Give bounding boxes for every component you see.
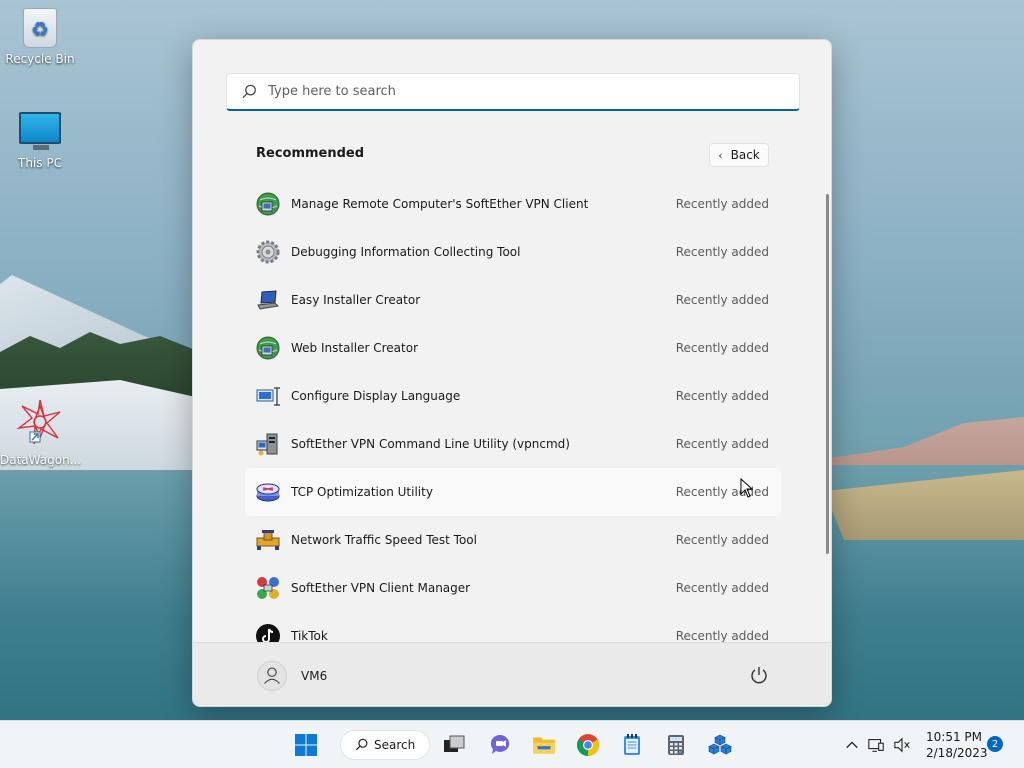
start-menu: Recommended ‹ Back Manage Remote Compute… — [192, 39, 832, 707]
wallpaper-hills — [824, 417, 1024, 465]
clock-time: 10:51 PM — [926, 730, 982, 744]
item-name: SoftEther VPN Client Manager — [291, 581, 471, 595]
item-name: TCP Optimization Utility — [291, 485, 433, 499]
search-icon — [242, 84, 256, 98]
task-view-button[interactable] — [438, 729, 470, 761]
item-meta: Recently added — [675, 341, 769, 355]
notepad-button[interactable] — [616, 729, 648, 761]
item-meta: Recently added — [675, 437, 769, 451]
chrome-button[interactable] — [572, 729, 604, 761]
section-title: Recommended — [256, 146, 365, 161]
task-view-icon — [444, 735, 465, 752]
file-explorer-button[interactable] — [528, 729, 560, 761]
volume-button[interactable] — [890, 729, 914, 761]
server-icon — [256, 433, 278, 456]
list-scrollbar[interactable] — [826, 194, 829, 554]
item-meta: Recently added — [675, 245, 769, 259]
power-icon[interactable] — [749, 665, 769, 685]
taskbar-search-button[interactable]: Search — [340, 730, 430, 760]
list-item[interactable]: SoftEther VPN Command Line Utility (vpnc… — [245, 420, 781, 468]
desktop-icon-datawagon[interactable]: DataWagon... — [0, 398, 82, 467]
calculator-button[interactable] — [660, 729, 692, 761]
item-meta: Recently added — [675, 197, 769, 211]
start-search-box[interactable] — [226, 73, 800, 111]
item-meta: Recently added — [675, 485, 769, 499]
item-name: TikTok — [291, 629, 328, 643]
recycle-bin-icon — [23, 8, 57, 48]
search-input[interactable] — [268, 84, 799, 99]
item-meta: Recently added — [675, 293, 769, 307]
start-footer: VM6 — [193, 642, 831, 706]
item-meta: Recently added — [675, 533, 769, 547]
network-button[interactable] — [864, 729, 888, 761]
calculator-icon — [668, 735, 684, 755]
list-item[interactable]: SoftEther VPN Client Manager Recently ad… — [245, 564, 781, 612]
chevron-left-icon: ‹ — [718, 148, 723, 162]
desktop-icon-label: This PC — [18, 156, 62, 170]
vpn-client-icon — [257, 577, 279, 599]
pipe-icon — [256, 530, 280, 550]
taskbar-search-label: Search — [374, 738, 416, 752]
item-meta: Recently added — [675, 389, 769, 403]
back-button-label: Back — [730, 148, 760, 162]
item-name: Network Traffic Speed Test Tool — [291, 533, 477, 547]
user-icon — [264, 667, 280, 684]
list-item[interactable]: Web Installer Creator Recently added — [245, 324, 781, 372]
item-name: SoftEther VPN Command Line Utility (vpnc… — [291, 437, 570, 451]
item-meta: Recently added — [675, 629, 769, 643]
avatar — [257, 661, 287, 691]
router-icon — [256, 483, 280, 502]
back-button[interactable]: ‹ Back — [709, 143, 769, 167]
app-button[interactable] — [704, 729, 736, 761]
item-meta: Recently added — [675, 581, 769, 595]
computer-icon — [19, 112, 61, 150]
item-name: Configure Display Language — [291, 389, 461, 403]
start-button[interactable] — [290, 729, 322, 761]
desktop-icon-this-pc[interactable]: This PC — [0, 108, 80, 170]
chevron-up-icon — [846, 741, 858, 749]
tiktok-icon — [256, 624, 280, 644]
cubes-icon — [708, 734, 732, 755]
item-name: Easy Installer Creator — [291, 293, 421, 307]
list-item[interactable]: TikTok Recently added — [245, 612, 781, 644]
wallpaper-grass — [824, 470, 1024, 540]
item-name: Debugging Information Collecting Tool — [291, 245, 521, 259]
taskbar: Search 10:51 PM 2/18/2023 — [0, 720, 1024, 768]
item-name: Web Installer Creator — [291, 341, 418, 355]
list-item[interactable]: Easy Installer Creator Recently added — [245, 276, 781, 324]
globe-computer-icon — [256, 336, 280, 360]
clock-date: 2/18/2023 — [926, 746, 988, 760]
notepad-icon — [624, 734, 640, 755]
chat-button[interactable] — [484, 729, 516, 761]
desktop-icon-recycle-bin[interactable]: Recycle Bin — [0, 8, 80, 66]
list-item[interactable]: Network Traffic Speed Test Tool Recently… — [245, 516, 781, 564]
chat-icon — [490, 735, 510, 754]
display-language-icon — [256, 387, 280, 406]
mouse-cursor-icon — [740, 478, 754, 498]
desktop-icon-label: Recycle Bin — [5, 52, 75, 66]
list-item[interactable]: Debugging Information Collecting Tool Re… — [245, 228, 781, 276]
notification-badge[interactable]: 2 — [987, 736, 1003, 752]
windows-logo-icon — [295, 734, 317, 756]
datawagon-icon — [16, 399, 61, 445]
desktop-icon-label: DataWagon... — [0, 453, 82, 467]
user-name: VM6 — [301, 669, 328, 683]
list-item[interactable]: TCP Optimization Utility Recently added — [245, 468, 781, 516]
globe-computer-icon — [256, 192, 280, 216]
laptop-icon — [257, 290, 280, 310]
network-icon — [868, 739, 884, 752]
chrome-icon — [577, 734, 599, 756]
list-item[interactable]: Configure Display Language Recently adde… — [245, 372, 781, 420]
list-item[interactable]: Manage Remote Computer's SoftEther VPN C… — [245, 180, 781, 228]
gear-icon — [256, 240, 280, 264]
item-name: Manage Remote Computer's SoftEther VPN C… — [291, 197, 589, 211]
folder-icon — [533, 737, 555, 754]
volume-muted-icon — [894, 737, 910, 753]
user-account-button[interactable]: VM6 — [257, 661, 327, 691]
system-clock[interactable]: 10:51 PM 2/18/2023 — [926, 729, 988, 761]
search-icon — [355, 738, 368, 751]
recommended-list: Manage Remote Computer's SoftEther VPN C… — [245, 180, 781, 644]
